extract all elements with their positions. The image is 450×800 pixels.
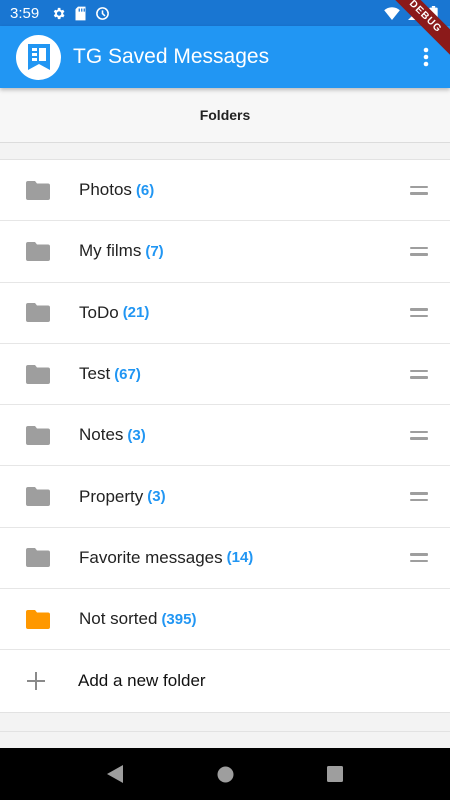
status-icons-left (51, 6, 110, 21)
folder-count: (7) (145, 242, 164, 260)
folder-name: My films (79, 241, 142, 261)
vpn-icon (95, 6, 110, 21)
folder-icon-shape (26, 180, 50, 200)
folder-count: (6) (135, 181, 155, 199)
bottom-divider (0, 712, 450, 748)
drag-handle-icon[interactable] (410, 430, 428, 440)
folder-count: (21) (122, 304, 150, 322)
bookmark-logo-icon (16, 34, 61, 80)
folder-count: (3) (127, 426, 146, 444)
drag-handle-icon[interactable] (410, 308, 428, 318)
folder-count: (14) (226, 549, 254, 567)
folder-row-photos[interactable]: Photos (6) (0, 160, 450, 222)
folder-count: (3) (147, 488, 166, 506)
recents-icon[interactable] (315, 754, 355, 794)
app-bar: TG Saved Messages (0, 26, 450, 88)
system-nav-bar (0, 748, 450, 800)
back-icon[interactable] (95, 754, 135, 794)
status-bar: 3:59 (0, 0, 450, 26)
folder-icon (26, 364, 50, 384)
add-folder-button[interactable]: Add a new folder (0, 650, 450, 712)
folder-name: Property (79, 486, 144, 506)
home-icon[interactable] (205, 754, 245, 794)
folder-name: Test (79, 364, 111, 384)
folder-name: Favorite messages (79, 547, 223, 567)
section-divider (0, 143, 450, 160)
folder-count: (67) (114, 365, 141, 383)
wifi-icon (384, 6, 400, 20)
app-title: TG Saved Messages (73, 45, 270, 68)
folder-name: ToDo (79, 302, 119, 322)
folder-row-test[interactable]: Test (67) (0, 343, 450, 406)
folder-count: (395) (161, 610, 197, 628)
drag-handle-icon[interactable] (410, 553, 428, 563)
plus-icon (27, 671, 45, 690)
drag-handle-icon[interactable] (410, 492, 428, 502)
gear-icon (51, 6, 66, 21)
folder-icon (26, 487, 50, 507)
folder-row-my-films[interactable]: My films (7) (0, 221, 450, 283)
add-folder-label: Add a new folder (78, 670, 206, 690)
folder-name: Photos (79, 180, 132, 200)
folder-row-property[interactable]: Property (3) (0, 466, 450, 528)
folder-icon (26, 303, 50, 323)
folder-icon (26, 609, 50, 629)
folder-name: Notes (79, 425, 124, 445)
status-time: 3:59 (10, 4, 40, 22)
folder-row-not-sorted[interactable]: Not sorted (395) (0, 589, 450, 651)
folder-name: Not sorted (79, 609, 158, 629)
sd-card-icon (74, 6, 87, 21)
folder-row-todo[interactable]: ToDo (21) (0, 282, 450, 344)
folder-icon (26, 548, 50, 568)
drag-handle-icon[interactable] (410, 246, 428, 256)
drag-handle-icon[interactable] (410, 185, 428, 195)
folder-row-notes[interactable]: Notes (3) (0, 405, 450, 467)
folder-row-favorite-messages[interactable]: Favorite messages (14) (0, 527, 450, 590)
folder-list: Photos (6) My films (7) ToDo (21) Test (… (0, 160, 450, 712)
page-title: Folders (0, 88, 450, 143)
folder-icon (26, 241, 50, 261)
folder-icon (26, 180, 50, 200)
folder-icon (26, 425, 50, 445)
drag-handle-icon[interactable] (410, 369, 428, 379)
